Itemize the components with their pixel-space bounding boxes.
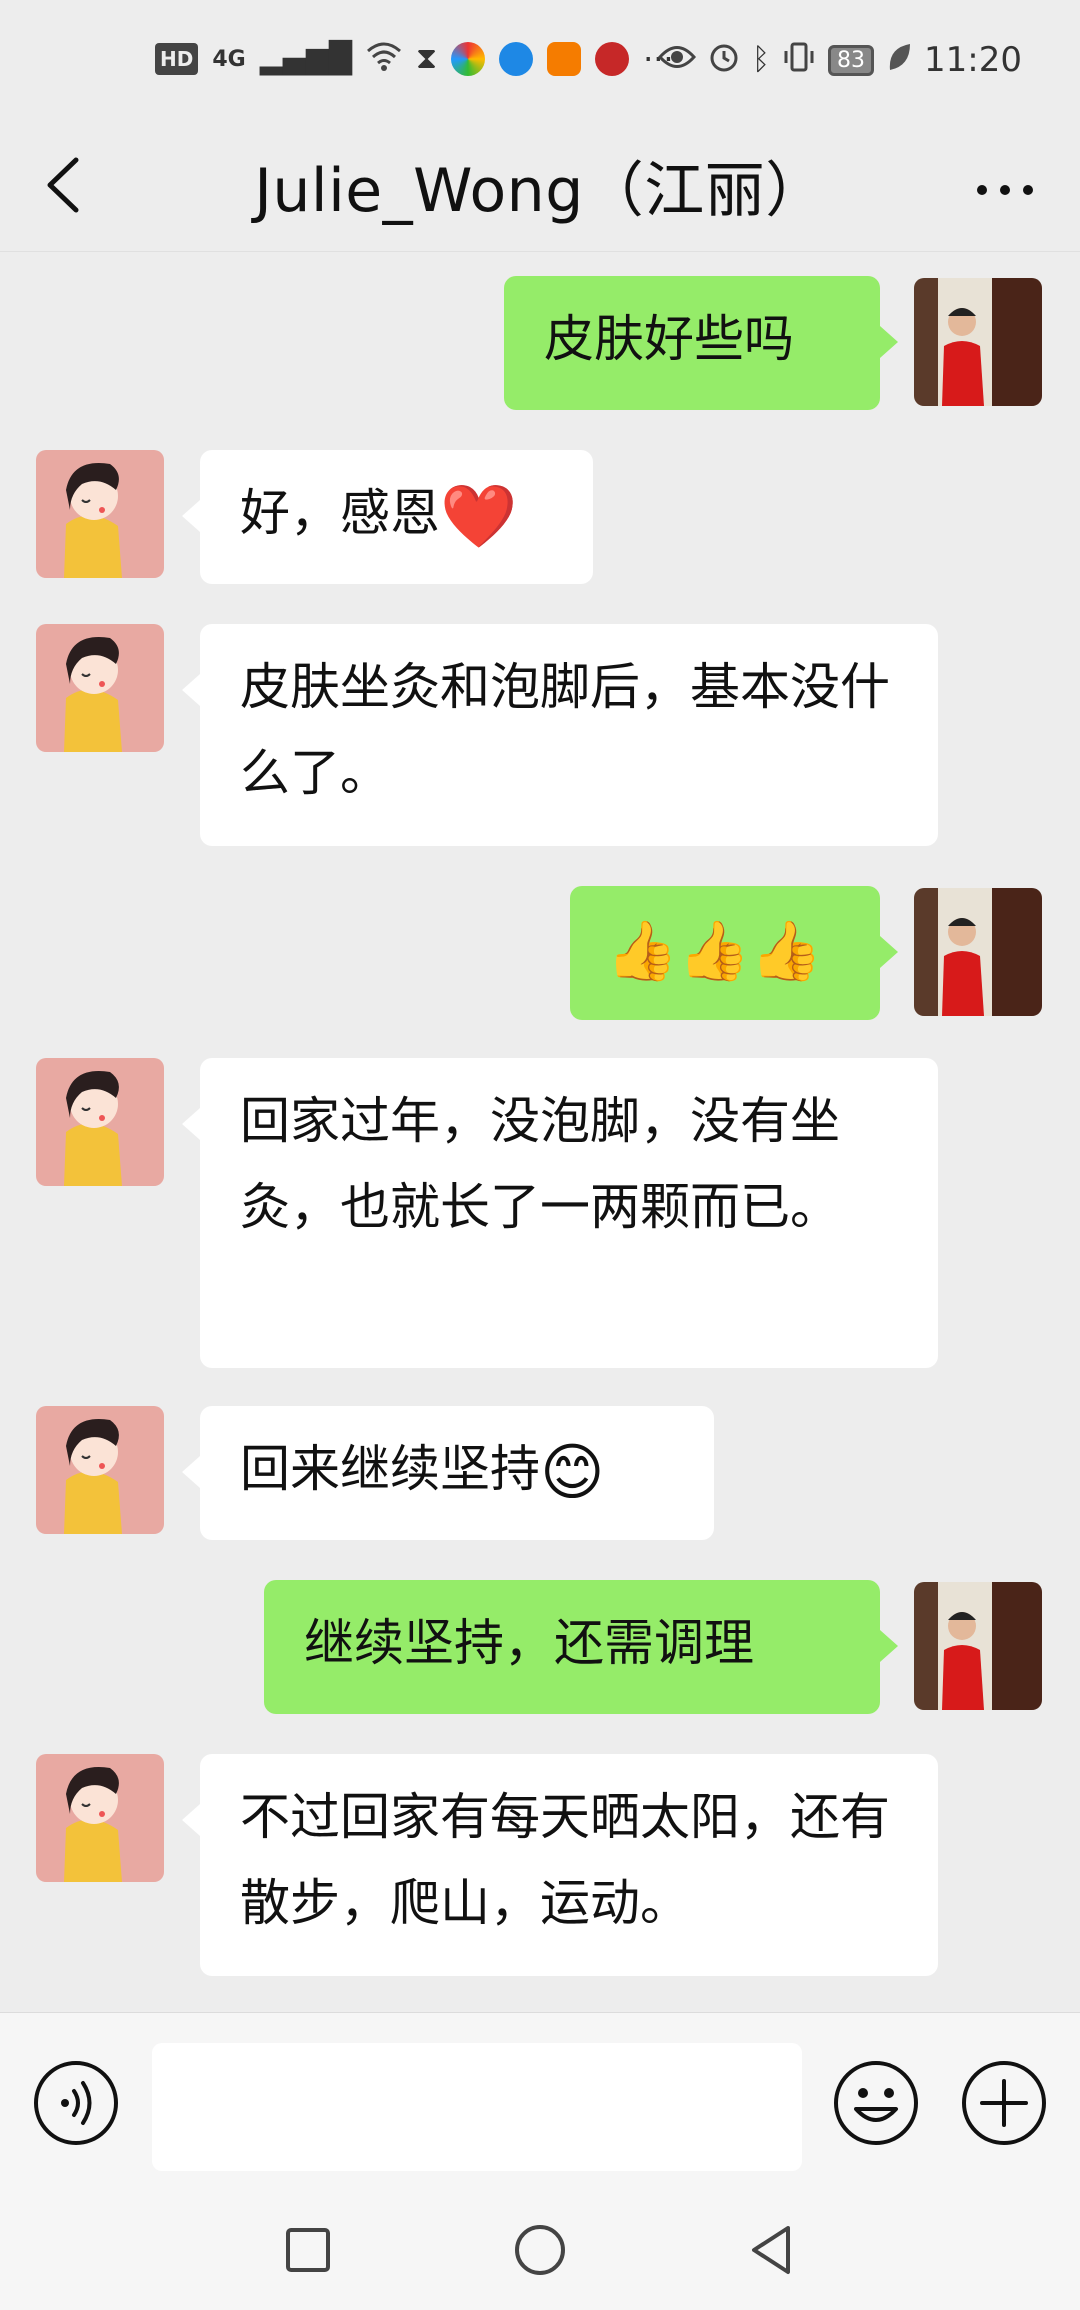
message-text: 继续坚持，还需调理 [304,1614,754,1672]
battery-indicator: 83 [828,44,875,76]
message-bubble-incoming[interactable]: 不过回家有每天晒太阳，还有散步，爬山，运动。 [182,1754,938,1976]
wifi-icon [366,41,402,77]
leaf-icon [886,42,912,78]
alarm-icon [708,41,740,79]
more-button[interactable] [970,152,1040,222]
message-text: 不过回家有每天晒太阳，还有散步，爬山，运动。 [240,1788,890,1932]
app-icon-blue [499,42,534,76]
message-bubble-outgoing[interactable]: 继续坚持，还需调理 [264,1580,898,1714]
plus-button[interactable] [960,2059,1048,2147]
chat-title: Julie_Wong（江丽） [254,156,826,226]
network-type: 4G [212,46,246,72]
contact-avatar[interactable] [36,1058,164,1186]
more-dots-icon [977,185,1033,195]
my-avatar[interactable] [914,888,1042,1016]
message-text: 好，感恩 [240,484,440,542]
thumbs-up-emoji: 👍👍👍 [606,916,823,985]
message-text: 回来继续坚持 [240,1440,540,1498]
circle-icon [515,2225,565,2275]
contact-avatar[interactable] [36,624,164,752]
hd-badge: HD [155,43,199,75]
recents-button[interactable] [278,2220,338,2280]
app-icon-video [547,42,582,76]
message-bubble-outgoing[interactable]: 👍👍👍 [570,886,898,1020]
home-button[interactable] [510,2220,570,2280]
smiley-icon [834,2061,918,2145]
message-bubble-incoming[interactable]: 好，感恩❤️ [182,450,593,584]
message-bubble-incoming[interactable]: 回来继续坚持😊 [182,1406,714,1540]
voice-icon [34,2061,118,2145]
vibrate-icon [782,41,816,79]
status-right-icons: ᛒ 83 11:20 [658,40,1022,80]
message-bubble-incoming[interactable]: 皮肤坐灸和泡脚后，基本没什么了。 [182,624,938,846]
message-bubble-outgoing[interactable]: 皮肤好些吗 [504,276,898,410]
app-icon-colorful [451,42,486,76]
triangle-back-icon [752,2226,790,2274]
system-nav-bar [0,2192,1080,2310]
signal-icon: ▂▄▆█ [259,41,353,76]
message-input[interactable] [152,2043,802,2171]
contact-avatar[interactable] [36,450,164,578]
hourglass-icon: ⧗ [416,41,438,76]
square-icon [286,2228,330,2272]
message-text: 回家过年，没泡脚，没有坐灸，也就长了一两颗而已。 [240,1092,840,1236]
status-bar: HD 4G ▂▄▆█ ⧗ ··· ᛒ 83 11:20 [0,0,1080,122]
bluetooth-icon: ᛒ [752,42,771,77]
app-icon-bank [595,42,630,76]
status-left-icons: HD 4G ▂▄▆█ ⧗ ··· [155,40,674,78]
heart-emoji: ❤️ [440,479,518,553]
message-text: 皮肤好些吗 [544,310,794,368]
emoji-button[interactable] [832,2059,920,2147]
my-avatar[interactable] [914,1582,1042,1710]
my-avatar[interactable] [914,278,1042,406]
contact-avatar[interactable] [36,1754,164,1882]
input-bar [0,2012,1080,2192]
message-bubble-incoming[interactable]: 回家过年，没泡脚，没有坐灸，也就长了一两颗而已。 [182,1058,938,1368]
smile-emoji: 😊 [540,1435,605,1509]
chat-history[interactable]: 皮肤好些吗 好，感恩❤️ 皮肤坐灸和泡脚后，基本没什么了。 👍👍👍 回家过年，没… [0,252,1080,2012]
clock: 11:20 [924,40,1022,80]
contact-avatar[interactable] [36,1406,164,1534]
message-text: 皮肤坐灸和泡脚后，基本没什么了。 [240,658,890,802]
eye-icon [658,44,697,76]
plus-icon [962,2061,1046,2145]
voice-button[interactable] [32,2059,120,2147]
back-nav-button[interactable] [742,2220,802,2280]
title-bar: Julie_Wong（江丽） [0,122,1080,252]
